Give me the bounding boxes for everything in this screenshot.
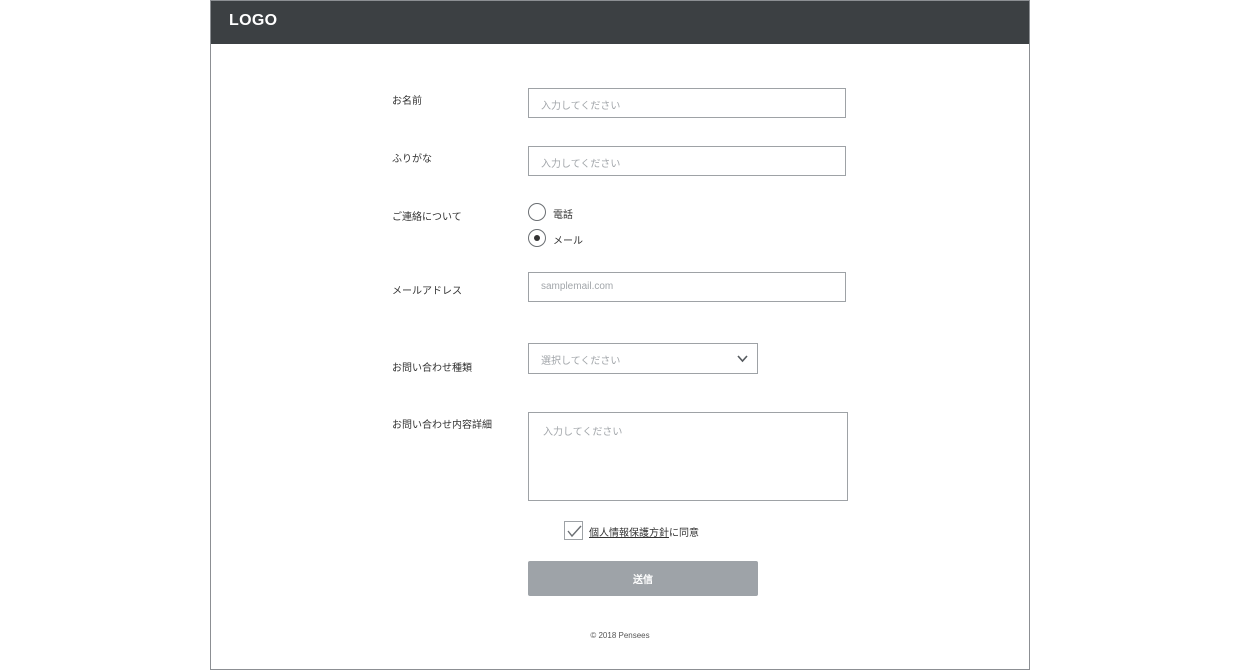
name-placeholder: 入力してください [541,101,621,112]
furigana-placeholder: 入力してください [541,159,621,170]
email-placeholder: samplemail.com [541,281,614,292]
privacy-policy-link[interactable]: 個人情報保護方針 [589,528,669,539]
header-bar: LOGO [211,1,1029,44]
inquiry-detail-textarea[interactable]: 入力してください [528,412,848,501]
radio-phone-circle[interactable] [528,203,546,221]
checkmark-icon [567,525,582,538]
email-input[interactable]: samplemail.com [528,272,846,302]
inquiry-type-select[interactable]: 選択してください [528,343,758,374]
contact-label: ご連絡について [392,212,462,223]
footer-copyright: © 2018 Pensees [590,631,650,640]
page-frame: LOGO お名前 入力してください ふりがな 入力してください ご連絡について … [210,0,1030,670]
email-label: メールアドレス [392,286,462,297]
radio-selected-dot [534,235,540,241]
radio-email-label: メール [553,236,583,247]
logo[interactable]: LOGO [229,12,277,30]
inquiry-type-placeholder: 選択してください [541,356,621,367]
inquiry-detail-placeholder: 入力してください [543,427,623,438]
agree-suffix: に同意 [669,528,699,539]
agree-checkbox[interactable] [564,521,583,540]
chevron-down-icon [737,355,748,363]
agree-text: 個人情報保護方針に同意 [589,524,699,539]
inquiry-type-label: お問い合わせ種類 [392,363,472,374]
submit-button[interactable]: 送信 [528,561,758,596]
furigana-input[interactable]: 入力してください [528,146,846,176]
radio-phone-label: 電話 [553,210,573,221]
name-label: お名前 [392,96,422,107]
radio-email-circle[interactable] [528,229,546,247]
inquiry-detail-label: お問い合わせ内容詳細 [392,420,492,431]
furigana-label: ふりがな [392,154,432,165]
name-input[interactable]: 入力してください [528,88,846,118]
